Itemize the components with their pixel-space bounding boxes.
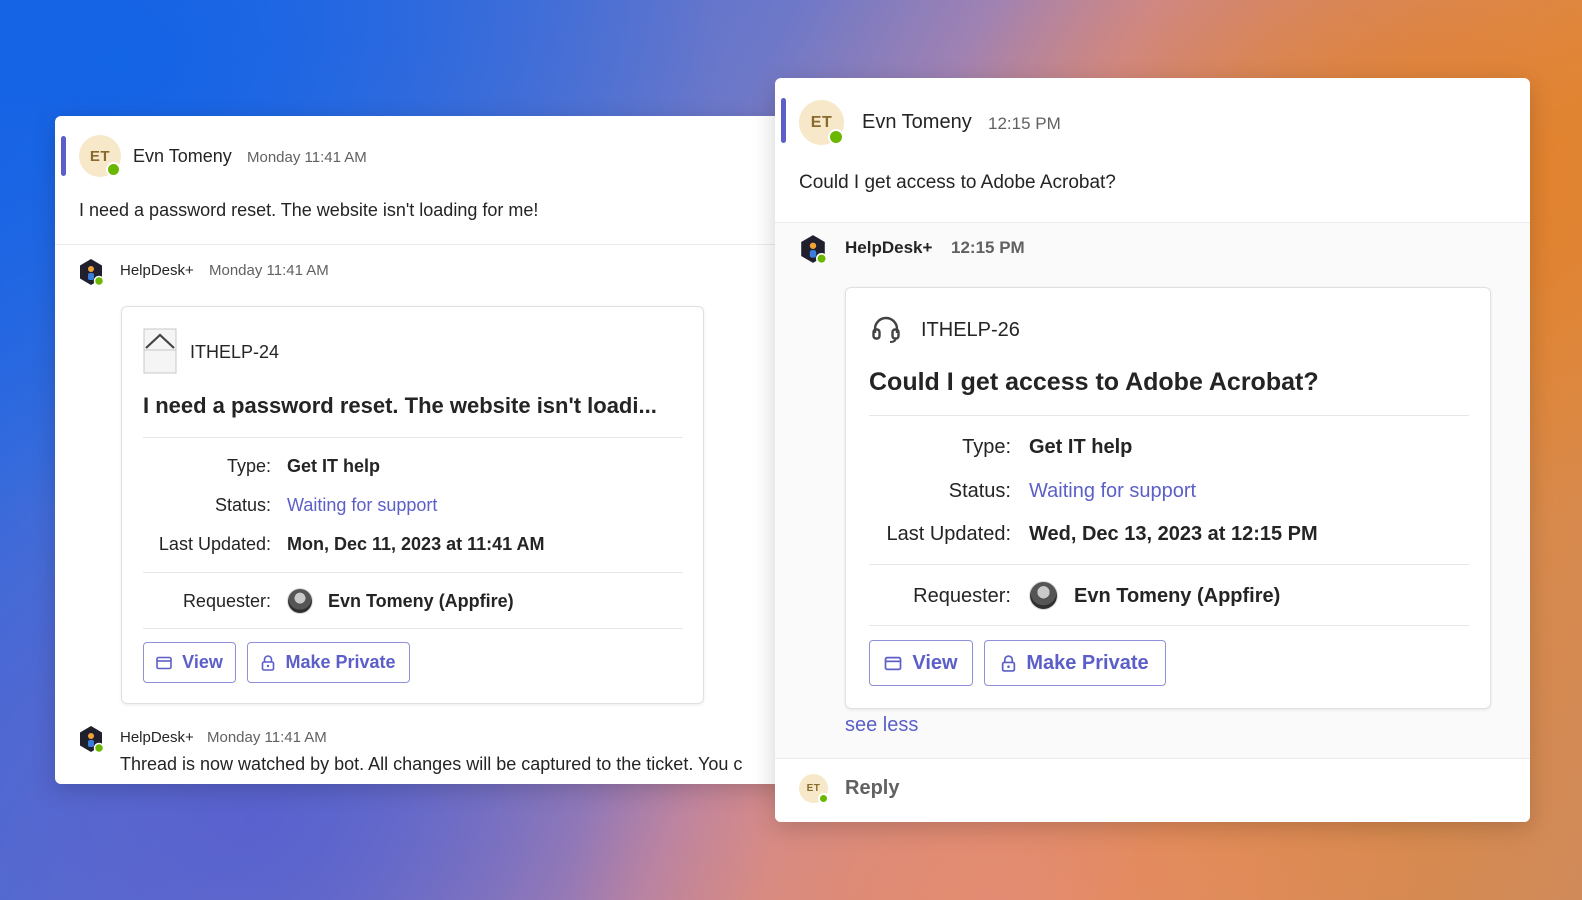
bot-author[interactable]: HelpDesk+	[845, 238, 932, 258]
status-label: Status:	[948, 480, 1011, 502]
presence-available-icon	[818, 793, 829, 804]
window-icon	[885, 656, 902, 670]
last-updated-value: Mon, Dec 11, 2023 at 11:41 AM	[287, 534, 545, 554]
make-private-button[interactable]: Make Private	[984, 640, 1166, 686]
ticket-card: ITHELP-24 I need a password reset. The w…	[121, 306, 704, 704]
requester-value[interactable]: Evn Tomeny (Appfire)	[1074, 585, 1280, 608]
view-button[interactable]: View	[869, 640, 973, 686]
bot-time: 12:15 PM	[951, 238, 1025, 257]
ticket-summary[interactable]: I need a password reset. The website isn…	[143, 393, 657, 419]
message-text: I need a password reset. The website isn…	[79, 200, 539, 220]
card-divider	[869, 625, 1469, 626]
see-less-link[interactable]: see less	[845, 714, 918, 737]
type-label: Type:	[962, 436, 1011, 458]
message-author[interactable]: Evn Tomeny	[133, 146, 232, 167]
last-updated-label: Last Updated:	[158, 534, 271, 554]
helpdesk-bot-icon	[80, 726, 105, 753]
view-button-label: View	[182, 652, 223, 672]
message-time: 12:15 PM	[988, 114, 1061, 133]
requester-avatar	[1029, 581, 1058, 610]
reply-label[interactable]: Reply	[845, 777, 899, 800]
avatar-initials: ET	[810, 113, 833, 131]
helpdesk-bot-icon	[801, 235, 828, 264]
last-updated-label: Last Updated:	[886, 523, 1011, 545]
lock-icon	[262, 654, 275, 671]
message-accent-bar	[61, 136, 66, 176]
bot-followup-text: Thread is now watched by bot. All change…	[120, 754, 743, 774]
make-private-label: Make Private	[1026, 651, 1149, 674]
view-button[interactable]: View	[143, 642, 236, 683]
message-time: Monday 11:41 AM	[247, 149, 367, 166]
presence-available-icon	[106, 162, 121, 177]
avatar-initials: ET	[806, 783, 821, 794]
avatar-initials: ET	[89, 147, 111, 165]
bot-author[interactable]: HelpDesk+	[120, 262, 194, 279]
requester-label: Requester:	[913, 585, 1011, 607]
make-private-label: Make Private	[285, 652, 396, 672]
ticket-key[interactable]: ITHELP-24	[190, 342, 279, 363]
presence-available-icon	[828, 129, 844, 145]
requester-avatar	[287, 588, 313, 614]
card-divider	[143, 437, 683, 438]
type-value: Get IT help	[287, 456, 381, 476]
headset-icon	[872, 316, 900, 343]
lock-icon	[1002, 654, 1016, 672]
requester-value[interactable]: Evn Tomeny (Appfire)	[328, 591, 514, 612]
view-button-label: View	[912, 651, 958, 674]
card-divider	[143, 572, 683, 573]
bot-time: Monday 11:41 AM	[207, 729, 327, 746]
message-divider	[55, 244, 790, 245]
ticket-summary[interactable]: Could I get access to Adobe Acrobat?	[869, 368, 1319, 397]
type-value: Get IT help	[1029, 436, 1133, 458]
status-value[interactable]: Waiting for support	[1029, 480, 1196, 503]
helpdesk-bot-icon	[80, 259, 105, 286]
bot-time: Monday 11:41 AM	[209, 262, 329, 279]
left-chat-panel: ET Evn Tomeny Monday 11:41 AM I need a p…	[55, 116, 790, 784]
message-divider	[775, 222, 1530, 223]
window-icon	[156, 656, 172, 669]
card-divider	[869, 564, 1469, 565]
card-divider	[869, 415, 1469, 416]
card-divider	[143, 628, 683, 629]
status-value[interactable]: Waiting for support	[287, 495, 437, 516]
bot-author[interactable]: HelpDesk+	[120, 729, 194, 746]
message-accent-bar	[781, 98, 786, 143]
make-private-button[interactable]: Make Private	[247, 642, 410, 683]
requester-label: Requester:	[182, 591, 271, 611]
ticket-placeholder-icon	[143, 328, 177, 374]
status-label: Status:	[214, 495, 271, 515]
ticket-key[interactable]: ITHELP-26	[921, 319, 1020, 342]
message-author[interactable]: Evn Tomeny	[862, 111, 972, 134]
right-chat-panel: ET Evn Tomeny 12:15 PM Could I get acces…	[775, 78, 1530, 822]
last-updated-value: Wed, Dec 13, 2023 at 12:15 PM	[1029, 523, 1318, 545]
message-text: Could I get access to Adobe Acrobat?	[799, 172, 1116, 193]
type-label: Type:	[226, 456, 271, 476]
ticket-card: ITHELP-26 Could I get access to Adobe Ac…	[845, 287, 1491, 709]
